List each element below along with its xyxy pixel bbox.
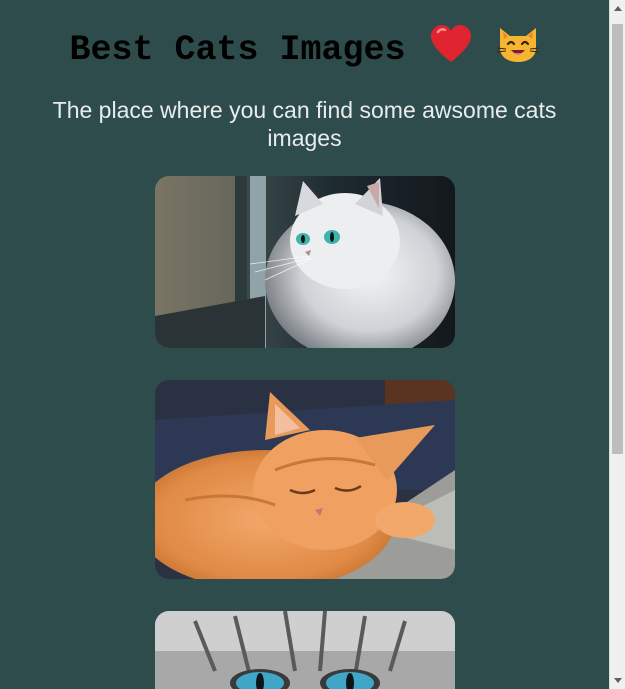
cat-image-white (155, 176, 455, 348)
scroll-up-icon[interactable] (614, 6, 622, 11)
cat-image-grey (155, 611, 455, 689)
title-text: Best Cats Images (69, 29, 406, 70)
page-subtitle: The place where you can find some awsome… (52, 97, 557, 151)
vertical-scrollbar[interactable] (609, 0, 625, 689)
page: Best Cats Images The place where you can… (0, 0, 609, 689)
cat-face-icon (496, 24, 540, 75)
page-title: Best Cats Images (0, 24, 609, 75)
scroll-down-icon[interactable] (614, 678, 622, 683)
cat-image-orange (155, 380, 455, 579)
heart-icon (429, 24, 473, 75)
scrollbar-thumb[interactable] (612, 24, 623, 454)
